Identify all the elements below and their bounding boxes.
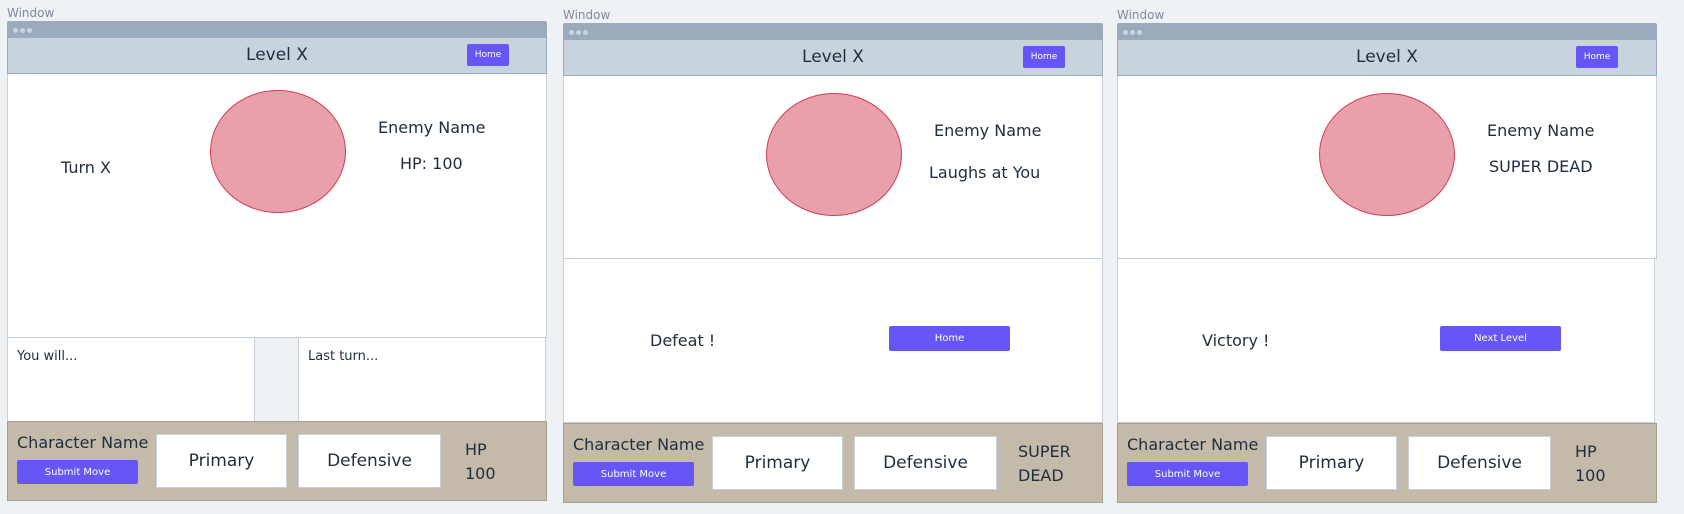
submit-move-button[interactable]: Submit Move xyxy=(17,460,138,484)
submit-move-button[interactable]: Submit Move xyxy=(1127,462,1248,486)
you-will-panel: You will... xyxy=(7,337,255,424)
player-hp-value: DEAD xyxy=(1018,466,1064,485)
character-panel: Character Name Submit Move Primary Defen… xyxy=(1117,423,1657,503)
submit-move-button[interactable]: Submit Move xyxy=(573,462,694,486)
primary-move-card[interactable]: Primary xyxy=(1266,436,1397,490)
player-hp-label: HP xyxy=(465,440,487,459)
home-button[interactable]: Home xyxy=(467,44,509,66)
window-dot-icon xyxy=(583,30,588,35)
result-home-button[interactable]: Home xyxy=(889,326,1010,351)
window-dot-icon xyxy=(1130,30,1135,35)
window-dot-icon xyxy=(1123,30,1128,35)
character-panel: Character Name Submit Move Primary Defen… xyxy=(563,423,1103,503)
enemy-avatar xyxy=(210,90,346,213)
level-title: Level X xyxy=(802,47,864,67)
enemy-name: Enemy Name xyxy=(934,121,1042,140)
window-dot-icon xyxy=(576,30,581,35)
home-button[interactable]: Home xyxy=(1023,46,1065,68)
battle-area: Turn X Enemy Name HP: 100 xyxy=(7,74,547,338)
level-header: Level X Home xyxy=(7,37,547,74)
last-turn-panel: Last turn... xyxy=(298,337,546,424)
result-panel: Defeat ! Home xyxy=(563,258,1103,423)
character-panel: Character Name Submit Move Primary Defen… xyxy=(7,421,547,501)
enemy-avatar xyxy=(766,93,902,216)
level-header: Level X Home xyxy=(1117,39,1657,76)
character-name: Character Name xyxy=(1127,435,1259,454)
window-battle: Window Level X Home Turn X Enemy Name HP… xyxy=(7,0,548,514)
window-dot-icon xyxy=(13,28,18,33)
player-hp: HP 100 xyxy=(465,438,496,486)
battle-area: Enemy Name SUPER DEAD xyxy=(1117,76,1657,259)
enemy-hp: HP: 100 xyxy=(400,154,463,173)
window-defeat: Window Level X Home Enemy Name Laughs at… xyxy=(563,0,1104,514)
home-button[interactable]: Home xyxy=(1576,46,1618,68)
enemy-status: SUPER DEAD xyxy=(1489,157,1593,176)
character-name: Character Name xyxy=(573,435,705,454)
level-header: Level X Home xyxy=(563,39,1103,76)
enemy-name: Enemy Name xyxy=(378,118,486,137)
window-victory: Window Level X Home Enemy Name SUPER DEA… xyxy=(1117,0,1658,514)
defensive-move-card[interactable]: Defensive xyxy=(1408,436,1551,490)
window-dot-icon xyxy=(1137,30,1142,35)
result-text: Defeat ! xyxy=(650,331,716,350)
primary-move-card[interactable]: Primary xyxy=(712,436,843,490)
you-will-text: You will... xyxy=(17,349,78,364)
window-dot-icon xyxy=(569,30,574,35)
player-hp: SUPER DEAD xyxy=(1018,440,1071,488)
window-label: Window xyxy=(1117,8,1165,22)
defensive-move-card[interactable]: Defensive xyxy=(298,434,441,488)
player-hp-label: HP xyxy=(1575,442,1597,461)
player-hp-label: SUPER xyxy=(1018,442,1071,461)
last-turn-text: Last turn... xyxy=(308,349,379,364)
level-title: Level X xyxy=(246,45,308,65)
player-hp: HP 100 xyxy=(1575,440,1606,488)
primary-move-card[interactable]: Primary xyxy=(156,434,287,488)
enemy-status: Laughs at You xyxy=(929,163,1041,182)
defensive-move-card[interactable]: Defensive xyxy=(854,436,997,490)
window-label: Window xyxy=(563,8,611,22)
player-hp-value: 100 xyxy=(465,464,496,483)
window-dot-icon xyxy=(27,28,32,33)
next-level-button[interactable]: Next Level xyxy=(1440,326,1561,351)
player-hp-value: 100 xyxy=(1575,466,1606,485)
battle-area: Enemy Name Laughs at You xyxy=(563,76,1103,259)
result-panel: Victory ! Next Level xyxy=(1117,258,1655,423)
character-name: Character Name xyxy=(17,433,149,452)
result-text: Victory ! xyxy=(1202,331,1270,350)
window-label: Window xyxy=(7,6,55,20)
enemy-name: Enemy Name xyxy=(1487,121,1595,140)
window-dot-icon xyxy=(20,28,25,33)
enemy-avatar xyxy=(1319,93,1455,216)
turn-label: Turn X xyxy=(61,158,111,177)
